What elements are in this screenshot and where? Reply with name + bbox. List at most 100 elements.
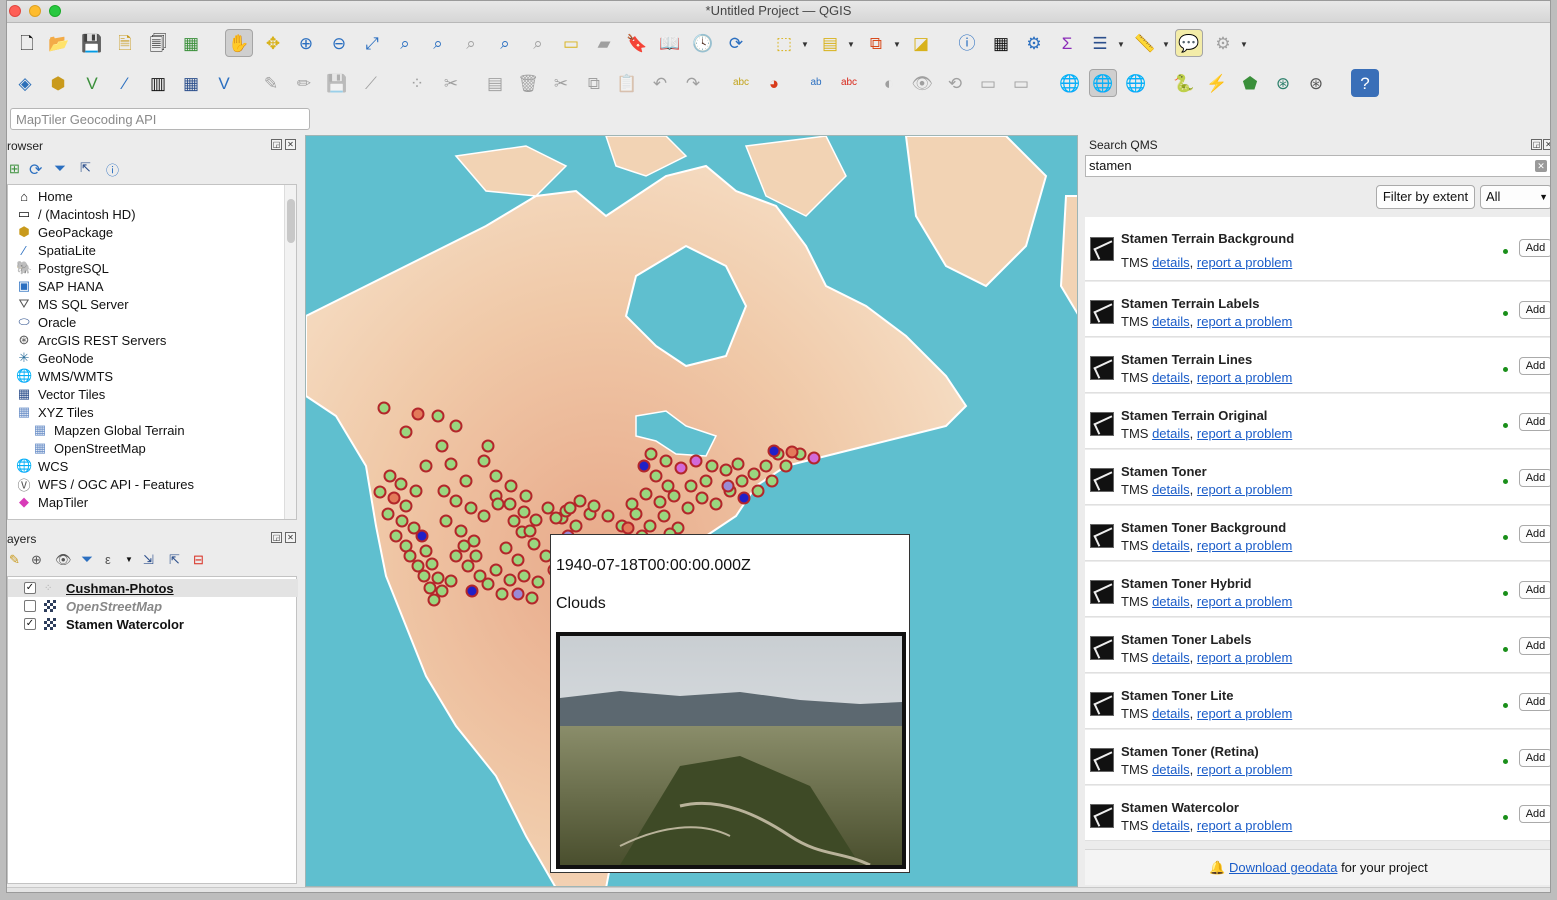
new-bookmark-icon[interactable]: 🔖 (623, 29, 651, 57)
qms-globe-icon[interactable]: 🌐 (1056, 69, 1084, 97)
add-service-button[interactable]: Add (1519, 239, 1550, 257)
measure-icon[interactable]: 📏 (1131, 29, 1159, 57)
browser-item-geopackage[interactable]: ⬢ GeoPackage (16, 223, 113, 241)
details-link[interactable]: details (1152, 370, 1190, 385)
add-service-button[interactable]: Add (1519, 637, 1550, 655)
delete-selected-icon[interactable]: 🗑 (514, 69, 542, 97)
clear-search-icon[interactable]: ✕ (1535, 160, 1547, 172)
browser-item-arcgis-rest[interactable]: ⊛ ArcGIS REST Servers (16, 331, 167, 349)
browser-item-spatialite[interactable]: ⁄ SpatiaLite (16, 241, 96, 259)
float-panel-icon[interactable]: ◲ (271, 139, 282, 150)
open-table-icon[interactable]: ☰ (1086, 29, 1114, 57)
current-edits-icon[interactable]: ✎ (257, 69, 285, 97)
details-link[interactable]: details (1152, 818, 1190, 833)
new-print-layout-icon[interactable]: 🗎 (111, 29, 139, 57)
paste-features-icon[interactable]: 📋 (613, 69, 641, 97)
collapse-all-layers-icon[interactable]: ⇱ (169, 552, 180, 568)
browser-scroll-thumb[interactable] (287, 199, 295, 243)
details-link[interactable]: details (1152, 314, 1190, 329)
zoom-native-icon[interactable]: ⌕ (457, 29, 485, 57)
attribute-table-icon[interactable]: ▦ (987, 29, 1015, 57)
open-table-dropdown-icon[interactable]: ▼ (1117, 40, 1125, 49)
style-manager-icon[interactable]: ▦ (177, 29, 205, 57)
new-virtual-layer-icon[interactable]: ▥ (144, 69, 172, 97)
browser-item-vector-tiles[interactable]: ▦ Vector Tiles (16, 385, 105, 403)
report-problem-link[interactable]: report a problem (1197, 594, 1292, 609)
filter-by-extent-button[interactable]: Filter by extent (1376, 185, 1475, 209)
pan-icon[interactable]: ✋ (225, 29, 253, 57)
add-service-button[interactable]: Add (1519, 693, 1550, 711)
layer-row-cushman-photos[interactable]: ✓ ⁘ Cushman-Photos (8, 579, 298, 597)
manage-visibility-icon[interactable]: 👁 (55, 552, 72, 568)
filter-expression-dropdown-icon[interactable]: ▼ (125, 555, 133, 564)
rotate-label-icon[interactable]: ⟲ (941, 69, 969, 97)
browser-item-postgresql[interactable]: 🐘 PostgreSQL (16, 259, 109, 277)
new-project-icon[interactable]: 🗋 (13, 29, 41, 57)
remove-layer-icon[interactable]: ⊟ (193, 552, 204, 568)
select-by-value-icon[interactable]: ▤ (816, 29, 844, 57)
add-service-button[interactable]: Add (1519, 581, 1550, 599)
layer-visibility-checkbox[interactable]: ✓ (24, 582, 36, 594)
browser-item-geonode[interactable]: ✳ GeoNode (16, 349, 94, 367)
new-temporary-layer-icon[interactable]: ▦ (177, 69, 205, 97)
float-layers-panel-icon[interactable]: ◲ (271, 532, 282, 543)
new-map-view-icon[interactable]: ▭ (557, 29, 585, 57)
plugin-icon[interactable]: ⚡ (1203, 69, 1231, 97)
close-layers-panel-icon[interactable]: ✕ (285, 532, 296, 543)
details-link[interactable]: details (1152, 255, 1190, 270)
locate-dropdown-icon[interactable]: ▼ (1240, 40, 1248, 49)
details-link[interactable]: details (1152, 706, 1190, 721)
report-problem-link[interactable]: report a problem (1197, 650, 1292, 665)
data-source-manager-icon[interactable]: ◈ (11, 69, 39, 97)
select-by-value-dropdown-icon[interactable]: ▼ (847, 40, 855, 49)
zoom-to-layer-icon[interactable]: ⌕ (424, 29, 452, 57)
details-link[interactable]: details (1152, 426, 1190, 441)
layer-row-stamen-watercolor[interactable]: ✓ Stamen Watercolor (8, 615, 298, 633)
zoom-last-icon[interactable]: ⌕ (491, 29, 519, 57)
refresh-browser-icon[interactable]: ⟳ (29, 160, 42, 180)
pan-to-selection-icon[interactable]: ✥ (259, 29, 287, 57)
change-label-icon[interactable]: ▭ (974, 69, 1002, 97)
undo-icon[interactable]: ↶ (646, 69, 674, 97)
add-service-button[interactable]: Add (1519, 301, 1550, 319)
refresh-icon[interactable]: ⟳ (722, 29, 750, 57)
new-geopackage-layer-icon[interactable]: ⬢ (44, 69, 72, 97)
map-tips-icon[interactable]: 💬 (1175, 29, 1203, 57)
zoom-full-icon[interactable]: ⤢ (358, 29, 386, 57)
add-wms-icon[interactable]: ⊛ (1269, 69, 1297, 97)
new-shapefile-layer-icon[interactable]: V (78, 69, 106, 97)
deselect-icon[interactable]: ⧉ (862, 29, 890, 57)
identify-icon[interactable]: ⓘ (953, 29, 981, 57)
layer-row-openstreetmap[interactable]: OpenStreetMap (8, 597, 298, 615)
highlight-labels-icon[interactable]: abc (835, 69, 863, 97)
measure-dropdown-icon[interactable]: ▼ (1162, 40, 1170, 49)
select-features-icon[interactable]: ⬚ (770, 29, 798, 57)
show-bookmarks-icon[interactable]: 📖 (656, 29, 684, 57)
move-label-icon[interactable]: ◐ (875, 69, 903, 97)
add-service-button[interactable]: Add (1519, 749, 1550, 767)
report-problem-link[interactable]: report a problem (1197, 426, 1292, 441)
float-qms-panel-icon[interactable]: ◲ (1531, 139, 1542, 150)
edit-table-icon[interactable]: ▤ (481, 69, 509, 97)
report-problem-link[interactable]: report a problem (1197, 818, 1292, 833)
locator-input[interactable]: MapTiler Geocoding API (10, 108, 310, 130)
details-link[interactable]: details (1152, 650, 1190, 665)
qms-search-input[interactable]: stamen ✕ (1085, 155, 1550, 177)
browser-item-home[interactable]: ⌂ Home (16, 187, 73, 205)
filter-browser-icon[interactable]: ⏷ (54, 160, 66, 177)
toggle-editing-icon[interactable]: ✏ (290, 69, 318, 97)
style-layer-icon[interactable]: ✎ (9, 552, 20, 568)
browser-item-wfs[interactable]: Ⓥ WFS / OGC API - Features (16, 475, 194, 493)
report-problem-link[interactable]: report a problem (1197, 482, 1292, 497)
add-service-button[interactable]: Add (1519, 525, 1550, 543)
add-group-icon[interactable]: ⊕ (31, 552, 42, 568)
select-features-dropdown-icon[interactable]: ▼ (801, 40, 809, 49)
browser-item-mapzen[interactable]: ▦ Mapzen Global Terrain (32, 421, 185, 439)
layer-diagram-icon[interactable]: ◕ (760, 69, 788, 97)
close-panel-icon[interactable]: ✕ (285, 139, 296, 150)
details-link[interactable]: details (1152, 538, 1190, 553)
details-link[interactable]: details (1152, 594, 1190, 609)
browser-item-maptiler[interactable]: ◆ MapTiler (16, 493, 88, 511)
cut-features-icon[interactable]: ✂ (547, 69, 575, 97)
deselect-dropdown-icon[interactable]: ▼ (893, 40, 901, 49)
